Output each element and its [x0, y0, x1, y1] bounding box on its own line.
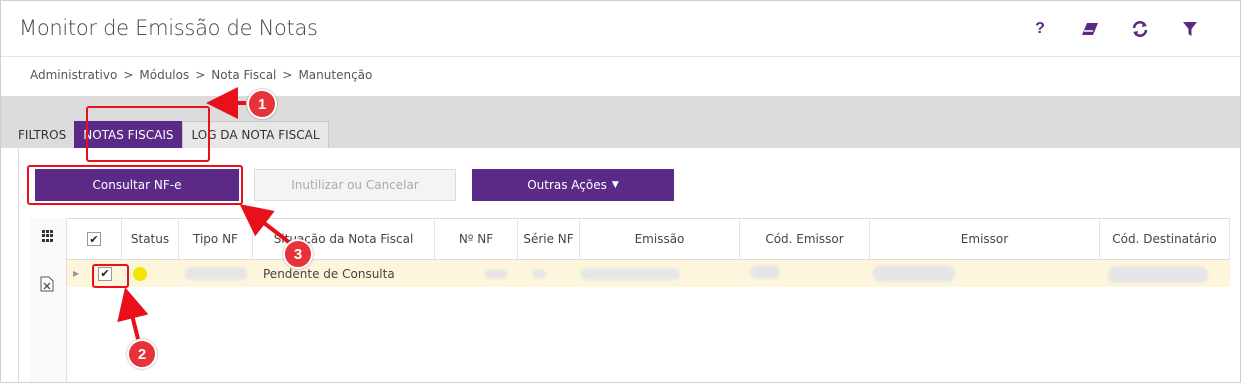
annotation-arrows	[117, 87, 292, 340]
annotation-badge-1: 1	[247, 89, 277, 119]
annotation-badge-2: 2	[127, 339, 157, 369]
arrow-3	[239, 204, 292, 245]
annotation-badge-3: 3	[283, 239, 313, 269]
arrow-2	[117, 287, 149, 340]
